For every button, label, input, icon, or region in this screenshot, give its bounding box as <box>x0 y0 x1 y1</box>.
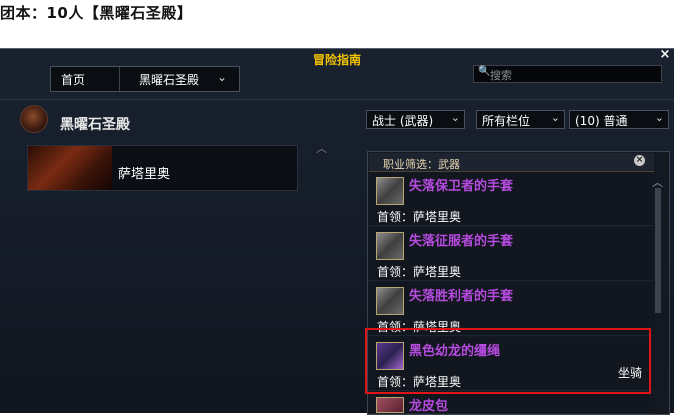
clear-filter-icon[interactable]: × <box>634 155 645 166</box>
window-top-border <box>0 48 674 49</box>
breadcrumb-instance[interactable]: 黑曜石圣殿 <box>139 71 199 88</box>
gloves-icon <box>376 177 404 205</box>
item-name: 失落征服者的手套 <box>409 234 514 249</box>
breadcrumb-separator <box>119 67 120 91</box>
chevron-down-icon: ⌄ <box>550 111 560 124</box>
difficulty-value: (10) 普通 <box>575 114 628 128</box>
loot-item[interactable]: 龙皮包 <box>369 393 654 414</box>
instance-title: 黑曜石圣殿 <box>60 117 130 133</box>
item-name: 失落保卫者的手套 <box>409 179 514 194</box>
boss-portrait <box>28 146 112 190</box>
breadcrumb: 首页 黑曜石圣殿 ⌄ <box>50 66 240 92</box>
instance-icon <box>20 105 48 133</box>
search-placeholder: 搜索 <box>490 69 512 82</box>
header-divider <box>0 99 674 100</box>
item-name: 失落胜利者的手套 <box>409 289 514 304</box>
chevron-down-icon[interactable]: ⌄ <box>217 70 227 84</box>
difficulty-dropdown[interactable]: (10) 普通 ⌄ <box>569 110 669 129</box>
highlight-box <box>365 328 651 394</box>
loot-item[interactable]: 失落保卫者的手套 首领：萨塔里奥 <box>369 173 654 226</box>
loot-item[interactable]: 失落征服者的手套 首领：萨塔里奥 <box>369 228 654 281</box>
gloves-icon <box>376 287 404 315</box>
breadcrumb-home[interactable]: 首页 <box>61 71 85 88</box>
class-filter-label: 职业筛选：武器 <box>383 158 460 171</box>
scroll-up-icon[interactable]: ︿ <box>316 140 327 156</box>
bag-icon <box>376 397 404 413</box>
slot-filter-value: 所有栏位 <box>482 114 531 128</box>
close-icon[interactable]: × <box>658 48 672 62</box>
boss-name: 萨塔里奥 <box>118 167 171 182</box>
item-name: 龙皮包 <box>409 399 449 414</box>
loot-scrollbar[interactable] <box>655 188 661 313</box>
slot-filter-dropdown[interactable]: 所有栏位 ⌄ <box>476 110 565 129</box>
chevron-down-icon: ⌄ <box>654 111 664 124</box>
boss-list-item[interactable]: 萨塔里奥 <box>27 145 298 191</box>
search-input[interactable]: 🔍 搜索 <box>473 65 662 83</box>
class-filter-value: 战士 (武器) <box>372 114 434 128</box>
class-filter-dropdown[interactable]: 战士 (武器) ⌄ <box>366 110 465 129</box>
gloves-icon <box>376 232 404 260</box>
page-caption: 团本：10人【黑曜石圣殿】 <box>0 4 193 22</box>
class-filter-bar: 职业筛选：武器 × <box>369 153 654 172</box>
search-icon: 🔍 <box>478 66 491 77</box>
item-boss: 首领：萨塔里奥 <box>377 265 462 279</box>
item-boss: 首领：萨塔里奥 <box>377 210 462 224</box>
chevron-down-icon: ⌄ <box>450 111 460 124</box>
